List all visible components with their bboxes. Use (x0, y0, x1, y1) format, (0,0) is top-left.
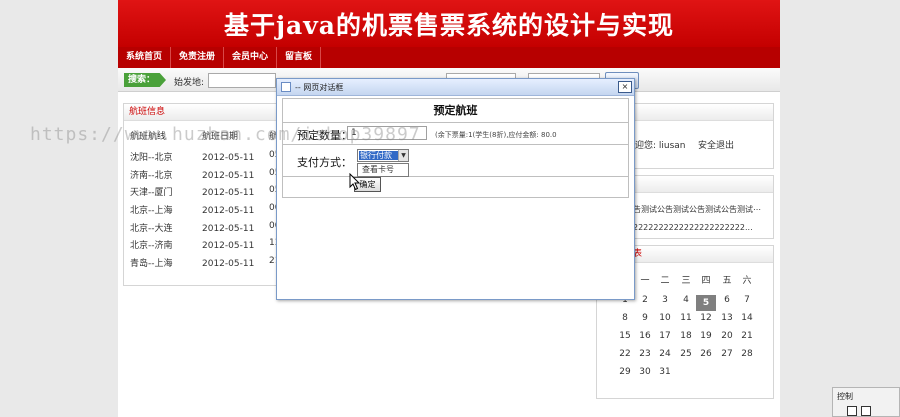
flight-route: 天津--厦门 (130, 188, 173, 198)
mouse-cursor-icon (349, 173, 361, 191)
weekday-label: 二 (660, 276, 670, 286)
calendar-day[interactable]: 26 (696, 349, 716, 359)
flight-route: 北京--大连 (130, 224, 173, 234)
nav-register[interactable]: 免责注册 (171, 47, 225, 68)
flight-row[interactable]: 天津--厦门 2012-05-11 05 (130, 185, 281, 198)
dialog-titlebar[interactable]: -- 网页对话框 × (277, 79, 634, 96)
nav-guestbook[interactable]: 留言板 (277, 47, 322, 68)
flight-route: 北京--济南 (130, 241, 173, 251)
ticket-info: (余下票量:1(学生(8折),应付金额: 80.0 (435, 131, 557, 139)
close-icon[interactable]: × (618, 81, 632, 93)
calendar-day[interactable]: 16 (635, 331, 655, 341)
flight-date: 2012-05-11 (202, 206, 255, 216)
flight-row[interactable]: 北京--上海 2012-05-11 00 (130, 203, 281, 216)
calendar-day[interactable]: 18 (676, 331, 696, 341)
calendar-day[interactable]: 17 (655, 331, 675, 341)
nav-member-center[interactable]: 会员中心 (224, 47, 278, 68)
calendar-day[interactable]: 6 (717, 295, 737, 305)
calendar-day-today[interactable]: 5 (696, 295, 716, 311)
flight-row[interactable]: 沈阳--北京 2012-05-11 05 (130, 150, 281, 163)
flight-row[interactable]: 济南--北京 2012-05-11 05 (130, 168, 281, 181)
flight-row[interactable]: 北京--大连 2012-05-11 00 (130, 221, 281, 234)
flight-date: 2012-05-11 (202, 259, 255, 269)
control-panel: 控制 (832, 387, 900, 417)
page-icon (281, 82, 291, 92)
flight-row[interactable]: 青岛--上海 2012-05-11 21 (130, 256, 281, 269)
weekday-label: 五 (722, 276, 732, 286)
booking-form: 预定航班 预定数量： 1 (余下票量:1(学生(8折),应付金额: 80.0 支… (282, 98, 629, 198)
flight-row[interactable]: 北京--济南 2012-05-11 13 (130, 238, 281, 251)
flight-route: 沈阳--北京 (130, 153, 173, 163)
booking-dialog: -- 网页对话框 × 预定航班 预定数量： 1 (余下票量:1(学生(8折),应… (276, 78, 635, 300)
chevron-down-icon[interactable]: ▼ (398, 150, 408, 161)
calendar-day[interactable]: 13 (717, 313, 737, 323)
calendar-day[interactable]: 22 (615, 349, 635, 359)
flight-table-header: 航班航线 航班日期航 (130, 129, 281, 142)
site-banner: 基于java的机票售票系统的设计与实现 (118, 0, 780, 47)
flight-date: 2012-05-11 (202, 224, 255, 234)
weekday-label: 四 (701, 276, 711, 286)
calendar-day[interactable]: 11 (676, 313, 696, 323)
payment-option[interactable]: 查看卡号 (357, 163, 409, 177)
calendar-day[interactable]: 31 (655, 367, 675, 377)
payment-selected: 银行付款 (359, 151, 399, 160)
notice-item[interactable]: 2222222222222222222222... (633, 223, 753, 232)
nav-home[interactable]: 系统首页 (118, 47, 172, 68)
calendar-day[interactable]: 21 (737, 331, 757, 341)
flight-date: 2012-05-11 (202, 153, 255, 163)
flight-date: 2012-05-11 (202, 188, 255, 198)
quantity-value: 1 (351, 128, 357, 138)
qty-row: 预定数量： 1 (余下票量:1(学生(8折),应付金额: 80.0 (283, 123, 628, 145)
flight-route: 北京--上海 (130, 206, 173, 216)
confirm-row: 确定 (283, 177, 628, 197)
weekday-label: 三 (681, 276, 691, 286)
weekday-label: 一 (640, 276, 650, 286)
payment-row: 支付方式： 银行付款 ▼ 查看卡号 (283, 145, 628, 177)
from-input[interactable] (208, 73, 276, 88)
flight-date: 2012-05-11 (202, 171, 255, 181)
calendar-day[interactable]: 19 (696, 331, 716, 341)
notice-item[interactable]: 告测试公告测试公告测试公告测试⋯ (633, 204, 761, 215)
calendar-day[interactable]: 2 (635, 295, 655, 305)
flight-route: 济南--北京 (130, 171, 173, 181)
control-button-icon[interactable] (861, 406, 871, 416)
control-button-icon[interactable] (847, 406, 857, 416)
calendar-day[interactable]: 4 (676, 295, 696, 305)
col-route: 航班航线 (130, 132, 167, 142)
calendar-day[interactable]: 20 (717, 331, 737, 341)
calendar-day[interactable]: 3 (655, 295, 675, 305)
flight-date: 2012-05-11 (202, 241, 255, 251)
search-tag: 搜索： (124, 73, 166, 87)
dialog-title: -- 网页对话框 (295, 83, 344, 92)
from-label: 始发地: (174, 78, 205, 88)
calendar-day[interactable]: 14 (737, 313, 757, 323)
qty-label: 预定数量： (297, 129, 352, 142)
col-date: 航班日期 (202, 132, 239, 142)
payment-label: 支付方式： (297, 156, 352, 169)
calendar-day[interactable]: 10 (655, 313, 675, 323)
calendar-day[interactable]: 25 (676, 349, 696, 359)
calendar-day[interactable]: 15 (615, 331, 635, 341)
flight-route: 青岛--上海 (130, 259, 173, 269)
calendar-day[interactable]: 9 (635, 313, 655, 323)
calendar-day[interactable]: 29 (615, 367, 635, 377)
calendar-day[interactable]: 27 (717, 349, 737, 359)
booking-heading: 预定航班 (283, 99, 628, 123)
calendar-day[interactable]: 7 (737, 295, 757, 305)
welcome-text: 迎您: liusan (635, 141, 686, 151)
calendar-day[interactable]: 12 (696, 313, 716, 323)
payment-select[interactable]: 银行付款 ▼ (357, 149, 409, 162)
logout-link[interactable]: 安全退出 (698, 138, 734, 151)
calendar-day[interactable]: 28 (737, 349, 757, 359)
control-title: 控制 (837, 392, 853, 401)
calendar-day[interactable]: 23 (635, 349, 655, 359)
quantity-input[interactable]: 1 (347, 126, 427, 140)
main-nav: 系统首页 免责注册 会员中心 留言板 (118, 47, 780, 68)
weekday-label: 六 (742, 276, 752, 286)
calendar-day[interactable]: 8 (615, 313, 635, 323)
calendar-day[interactable]: 30 (635, 367, 655, 377)
calendar-day[interactable]: 24 (655, 349, 675, 359)
site-title: 基于java的机票售票系统的设计与实现 (224, 10, 674, 40)
